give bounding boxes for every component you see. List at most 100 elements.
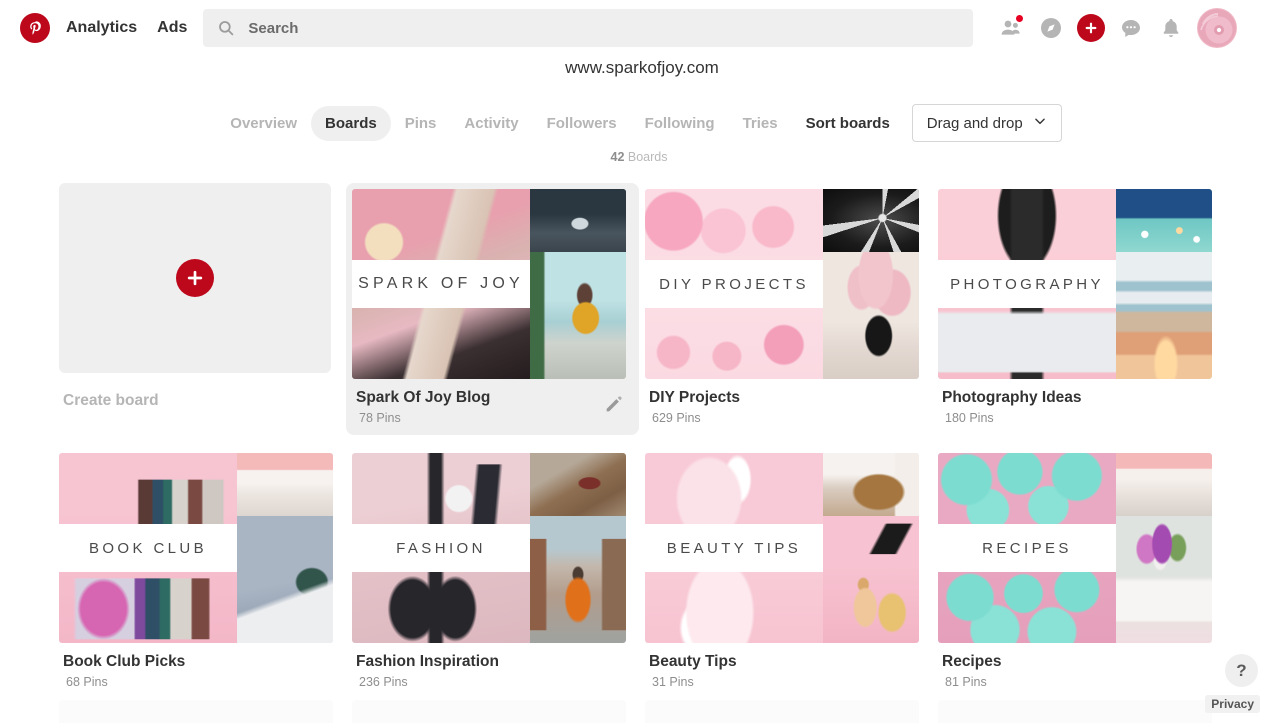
board-card-spark-of-joy-blog[interactable]: SPARK OF JOY Spark Of Joy Blog 78 Pi (346, 183, 639, 435)
profile-website-url-text: www.sparkofjoy.com (565, 58, 719, 78)
sort-boards-dropdown[interactable]: Drag and drop (912, 104, 1062, 142)
cover-image-side (530, 189, 626, 379)
cover-image-main: DIY PROJECTS (645, 189, 823, 379)
pinterest-logo-icon[interactable] (20, 13, 50, 43)
board-count: 42 Boards (0, 150, 1278, 164)
board-pin-count: 78 Pins (359, 411, 629, 425)
board-meta: Photography Ideas 180 Pins (938, 379, 1219, 425)
board-meta: Book Club Picks 68 Pins (59, 643, 340, 689)
sort-boards-selected-value: Drag and drop (927, 115, 1023, 132)
board-title: Book Club Picks (63, 653, 336, 671)
board-count-noun: Boards (628, 150, 668, 164)
board-meta: Spark Of Joy Blog 78 Pins (352, 379, 633, 425)
board-cover: BEAUTY TIPS (645, 453, 919, 643)
board-cover: FASHION (352, 453, 626, 643)
nav-link-analytics[interactable]: Analytics (66, 19, 137, 37)
tab-following[interactable]: Following (631, 106, 729, 141)
boards-grid: Create board SPARK OF JOY (0, 183, 1278, 699)
board-title: Recipes (942, 653, 1215, 671)
board-cell: PHOTOGRAPHY Photography Ideas 180 Pi (932, 183, 1225, 435)
board-title: Fashion Inspiration (356, 653, 629, 671)
cover-image-main: BOOK CLUB (59, 453, 237, 643)
sort-boards-label[interactable]: Sort boards (792, 106, 904, 141)
tab-pins[interactable]: Pins (391, 106, 451, 141)
cover-title-band: FASHION (352, 524, 530, 572)
board-cell: FASHION Fashion Inspiration (346, 447, 639, 699)
board-meta: Fashion Inspiration 236 Pins (352, 643, 633, 689)
messages-icon[interactable] (1111, 8, 1151, 48)
board-card-recipes[interactable]: RECIPES Recipes 81 Pins (932, 447, 1225, 699)
board-cell-peek (53, 700, 346, 723)
cover-image-side (1116, 189, 1212, 379)
tab-activity[interactable]: Activity (450, 106, 532, 141)
cover-image-main: FASHION (352, 453, 530, 643)
board-cover: BOOK CLUB (59, 453, 333, 643)
cover-image-main: BEAUTY TIPS (645, 453, 823, 643)
board-card-diy-projects[interactable]: DIY PROJECTS DIY Projects (639, 183, 932, 435)
board-card-beauty-tips[interactable]: BEAUTY TIPS Beauty Tips (639, 447, 932, 699)
board-pin-count: 629 Pins (652, 411, 922, 425)
board-meta: Recipes 81 Pins (938, 643, 1219, 689)
board-title: Spark Of Joy Blog (356, 389, 629, 407)
board-pin-count: 81 Pins (945, 675, 1215, 689)
user-avatar[interactable] (1197, 8, 1237, 48)
cover-image-side (237, 453, 333, 643)
tab-followers[interactable]: Followers (533, 106, 631, 141)
search-input[interactable] (248, 9, 848, 47)
chevron-down-icon (1033, 114, 1047, 132)
board-card-photography-ideas[interactable]: PHOTOGRAPHY Photography Ideas 180 Pi (932, 183, 1225, 435)
board-cover: PHOTOGRAPHY (938, 189, 1212, 379)
nav-link-ads[interactable]: Ads (157, 19, 187, 37)
cover-title-band: PHOTOGRAPHY (938, 260, 1116, 308)
board-card-fashion-inspiration[interactable]: FASHION Fashion Inspiration (346, 447, 639, 699)
search-bar[interactable] (203, 9, 973, 47)
privacy-link[interactable]: Privacy (1205, 695, 1260, 713)
compass-icon[interactable] (1031, 8, 1071, 48)
board-cell-peek (932, 700, 1225, 723)
board-pin-count: 31 Pins (652, 675, 922, 689)
create-board-label: Create board (63, 392, 346, 410)
top-navigation-bar: Analytics Ads (0, 0, 1278, 56)
tab-boards[interactable]: Boards (311, 106, 391, 141)
create-board-button[interactable] (59, 183, 331, 373)
board-title: Photography Ideas (942, 389, 1215, 407)
cover-title-text: BOOK CLUB (89, 540, 207, 557)
cover-image-side (1116, 453, 1212, 643)
board-cell-peek (346, 700, 639, 723)
cover-title-band: BEAUTY TIPS (645, 524, 823, 572)
tab-tries[interactable]: Tries (729, 106, 792, 141)
cover-title-text: FASHION (396, 540, 486, 557)
header-icon-group (991, 8, 1237, 48)
notifications-bell-icon[interactable] (1151, 8, 1191, 48)
cover-image-main: PHOTOGRAPHY (938, 189, 1116, 379)
board-count-number: 42 (611, 150, 625, 164)
cover-title-band: BOOK CLUB (59, 524, 237, 572)
board-cover: RECIPES (938, 453, 1212, 643)
board-cover: SPARK OF JOY (352, 189, 626, 379)
board-title: Beauty Tips (649, 653, 922, 671)
people-add-icon[interactable] (991, 8, 1031, 48)
profile-tabs: Overview Boards Pins Activity Followers … (0, 104, 1278, 142)
board-cell: RECIPES Recipes 81 Pins (932, 447, 1225, 699)
edit-pencil-icon[interactable] (603, 393, 625, 415)
create-plus-icon[interactable] (1071, 8, 1111, 48)
cover-title-text: BEAUTY TIPS (667, 540, 801, 557)
board-pin-count: 236 Pins (359, 675, 629, 689)
search-icon (217, 19, 235, 37)
cover-title-text: RECIPES (982, 540, 1072, 557)
cover-image-side (530, 453, 626, 643)
board-cell-peek (639, 700, 932, 723)
help-button[interactable]: ? (1225, 654, 1258, 687)
profile-website-url[interactable]: www.sparkofjoy.com (0, 56, 1278, 78)
create-board-cell: Create board (53, 183, 346, 435)
cover-title-band: SPARK OF JOY (352, 260, 530, 308)
cover-title-band: RECIPES (938, 524, 1116, 572)
board-meta: Beauty Tips 31 Pins (645, 643, 926, 689)
board-cell: DIY PROJECTS DIY Projects (639, 183, 932, 435)
cover-title-text: DIY PROJECTS (659, 276, 809, 293)
cover-image-main: RECIPES (938, 453, 1116, 643)
board-cover: DIY PROJECTS (645, 189, 919, 379)
board-card-book-club-picks[interactable]: BOOK CLUB Book Club Picks 68 Pins (53, 447, 346, 699)
tab-overview[interactable]: Overview (216, 106, 311, 141)
cover-image-side (823, 189, 919, 379)
